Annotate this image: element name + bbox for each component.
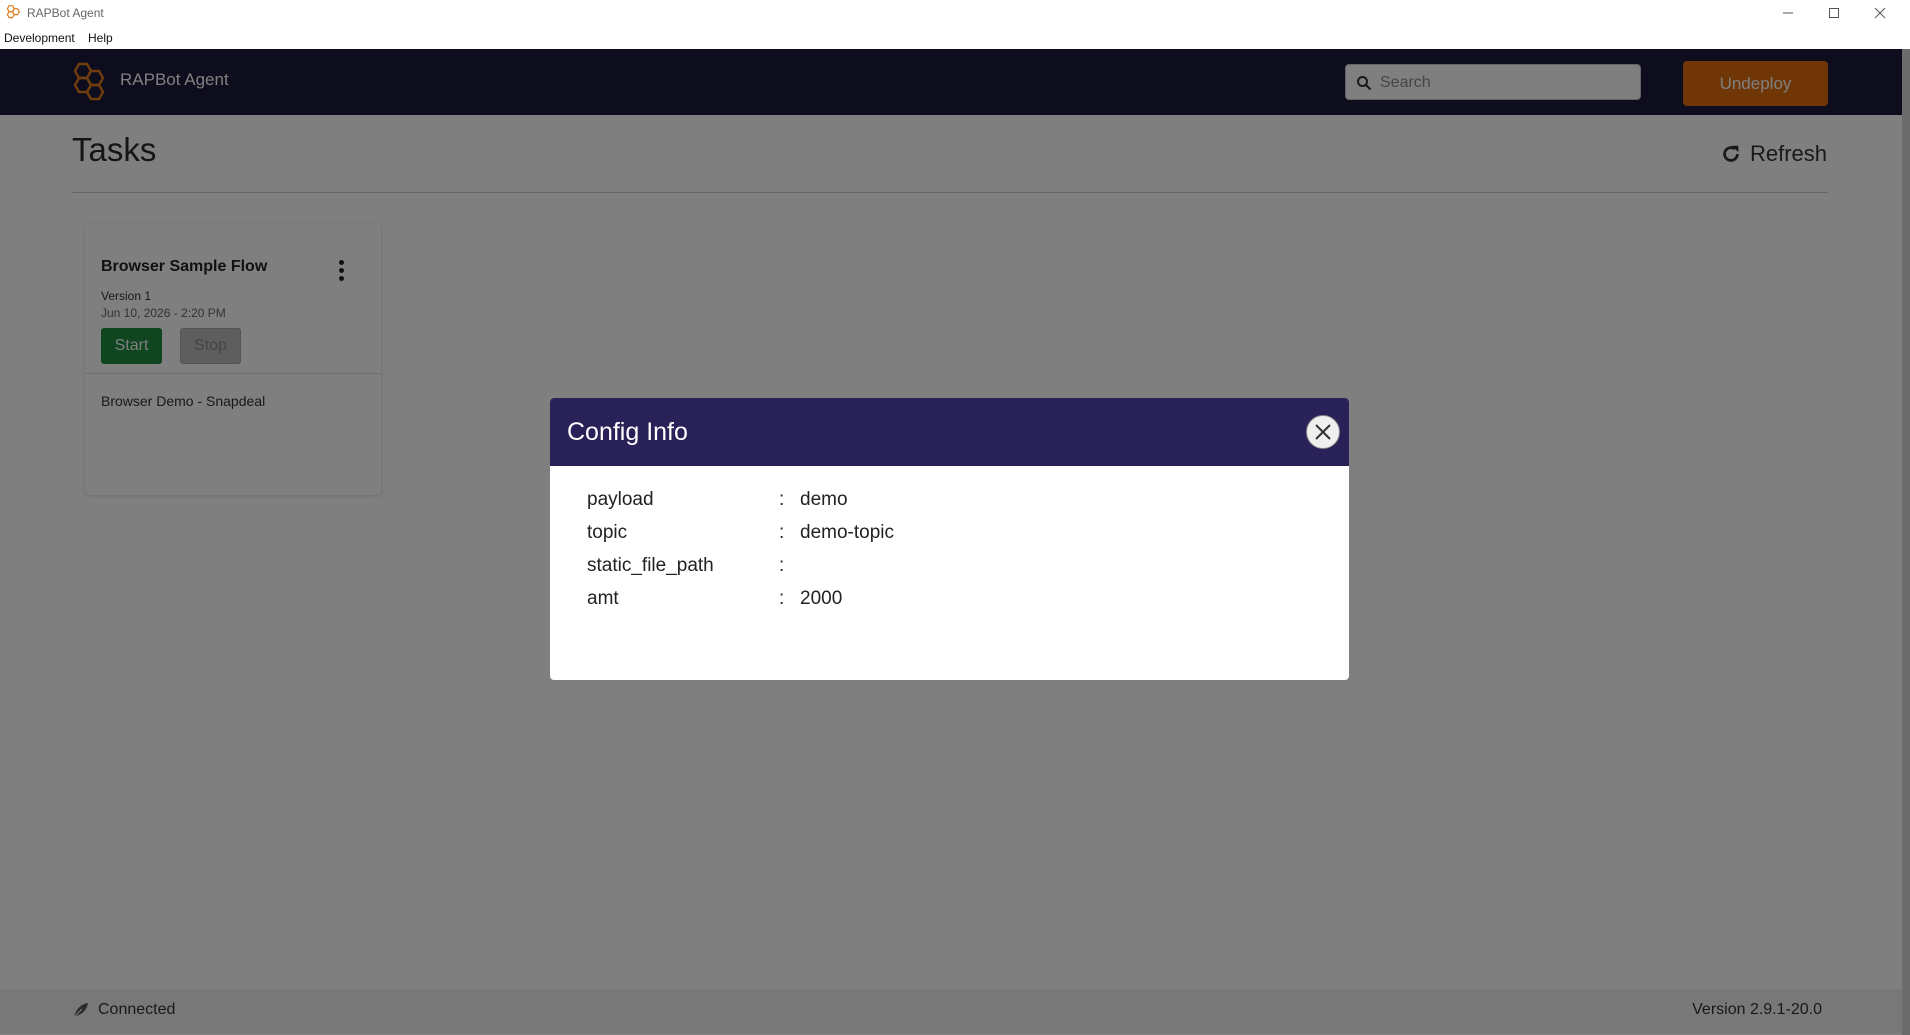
menu-help[interactable]: Help bbox=[88, 31, 113, 45]
config-key: amt bbox=[587, 588, 619, 609]
config-value: demo bbox=[800, 489, 848, 510]
config-separator: : bbox=[779, 522, 785, 543]
minimize-button[interactable] bbox=[1765, 0, 1811, 26]
maximize-button[interactable] bbox=[1811, 0, 1857, 26]
window-close-button[interactable] bbox=[1857, 0, 1903, 26]
config-info-dialog: Config Info payload : demo topic : demo-… bbox=[550, 398, 1349, 680]
minimize-icon bbox=[1783, 12, 1793, 14]
menu-bar: Development Help bbox=[0, 26, 1910, 49]
close-icon bbox=[1315, 424, 1331, 440]
dialog-header: Config Info bbox=[550, 398, 1349, 466]
config-value: demo-topic bbox=[800, 522, 894, 543]
window-title: RAPBot Agent bbox=[27, 6, 104, 20]
dialog-title: Config Info bbox=[567, 418, 688, 446]
dialog-close-button[interactable] bbox=[1306, 415, 1340, 449]
config-key: topic bbox=[587, 522, 628, 543]
config-separator: : bbox=[779, 588, 785, 609]
maximize-icon bbox=[1829, 8, 1839, 18]
config-value: 2000 bbox=[800, 588, 843, 609]
config-separator: : bbox=[779, 489, 785, 510]
config-key: payload bbox=[587, 489, 654, 510]
config-separator: : bbox=[779, 555, 785, 576]
config-key: static_file_path bbox=[587, 555, 714, 576]
menu-development[interactable]: Development bbox=[4, 31, 75, 45]
close-icon bbox=[1874, 7, 1886, 19]
window-titlebar: RAPBot Agent bbox=[0, 0, 1910, 26]
app-logo-icon bbox=[6, 5, 20, 19]
